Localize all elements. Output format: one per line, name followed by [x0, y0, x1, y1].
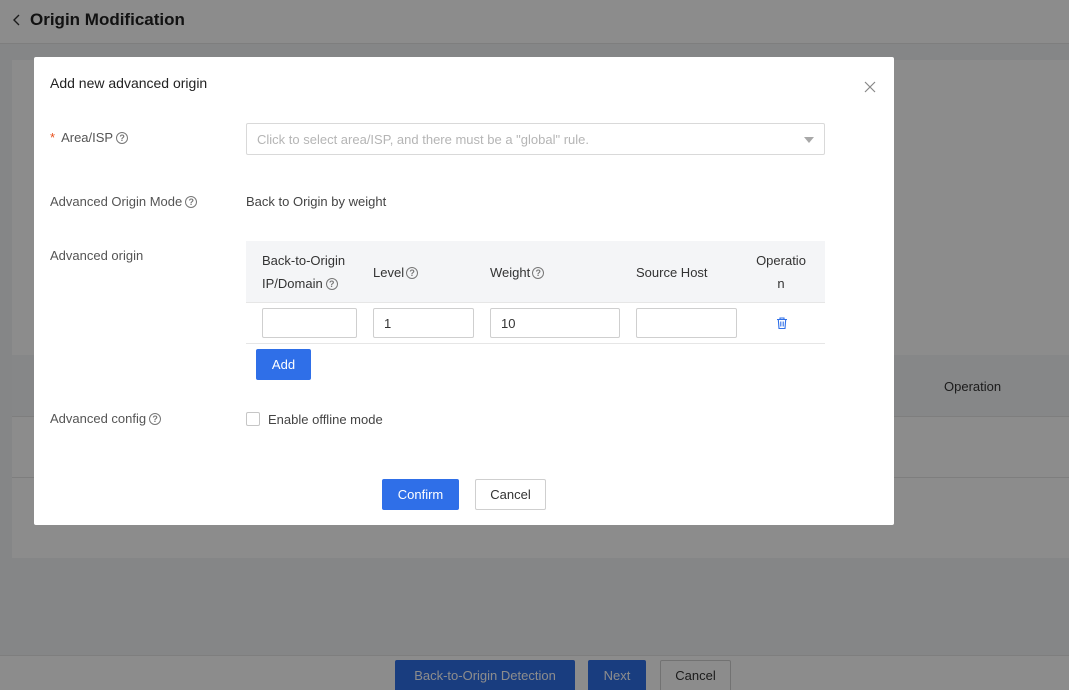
ip-domain-header-line1: Back-to-Origin	[262, 253, 346, 268]
help-icon[interactable]: ?	[406, 266, 419, 279]
help-icon[interactable]: ?	[116, 131, 129, 144]
close-icon[interactable]	[862, 79, 878, 95]
area-isp-label-text: Area/ISP	[61, 130, 114, 145]
operation-column-header-modal: Operatio n	[756, 249, 806, 295]
ip-domain-header-line2: IP/Domain	[262, 276, 323, 291]
caret-down-icon	[804, 137, 814, 143]
offline-mode-checkbox[interactable]	[246, 412, 260, 426]
level-header-text: Level	[373, 265, 405, 280]
advanced-config-label: Advanced config ?	[50, 411, 162, 426]
help-icon[interactable]: ?	[185, 195, 198, 208]
advanced-origin-mode-label-text: Advanced Origin Mode	[50, 194, 183, 209]
offline-mode-label[interactable]: Enable offline mode	[268, 412, 383, 427]
table-row	[246, 303, 825, 344]
cancel-button[interactable]: Cancel	[475, 479, 546, 510]
confirm-button[interactable]: Confirm	[382, 479, 459, 510]
modal-title: Add new advanced origin	[50, 75, 208, 91]
help-icon[interactable]: ?	[532, 266, 545, 279]
ip-domain-header-line2-wrap: IP/Domain ?	[262, 272, 345, 295]
help-icon[interactable]: ?	[325, 277, 338, 290]
add-advanced-origin-modal: Add new advanced origin * Area/ISP ? Cli…	[34, 57, 894, 525]
ip-domain-column-header: Back-to-Origin IP/Domain ?	[262, 249, 345, 295]
ip-domain-input[interactable]	[262, 308, 357, 338]
area-isp-label: * Area/ISP ?	[50, 130, 129, 145]
operation-header-line1: Operatio	[756, 253, 806, 268]
trash-icon[interactable]	[775, 316, 789, 330]
area-isp-placeholder: Click to select area/ISP, and there must…	[257, 132, 590, 147]
advanced-origin-label: Advanced origin	[50, 248, 143, 263]
advanced-origin-mode-label: Advanced Origin Mode ?	[50, 194, 198, 209]
add-origin-button[interactable]: Add	[256, 349, 311, 380]
source-host-column-header: Source Host	[636, 265, 708, 280]
advanced-origin-label-text: Advanced origin	[50, 248, 144, 263]
level-column-header: Level ?	[373, 261, 419, 284]
advanced-origin-table-header: Back-to-Origin IP/Domain ? Level ? Weigh…	[246, 241, 825, 303]
weight-header-text: Weight	[490, 265, 531, 280]
level-input[interactable]	[373, 308, 474, 338]
advanced-origin-mode-value: Back to Origin by weight	[246, 194, 387, 209]
advanced-config-label-text: Advanced config	[50, 411, 147, 426]
weight-column-header: Weight ?	[490, 261, 545, 284]
weight-input[interactable]	[490, 308, 620, 338]
area-isp-select[interactable]: Click to select area/ISP, and there must…	[246, 123, 825, 155]
help-icon[interactable]: ?	[149, 412, 162, 425]
required-mark: *	[50, 130, 56, 145]
source-host-input[interactable]	[636, 308, 737, 338]
operation-header-line2: n	[777, 276, 785, 291]
